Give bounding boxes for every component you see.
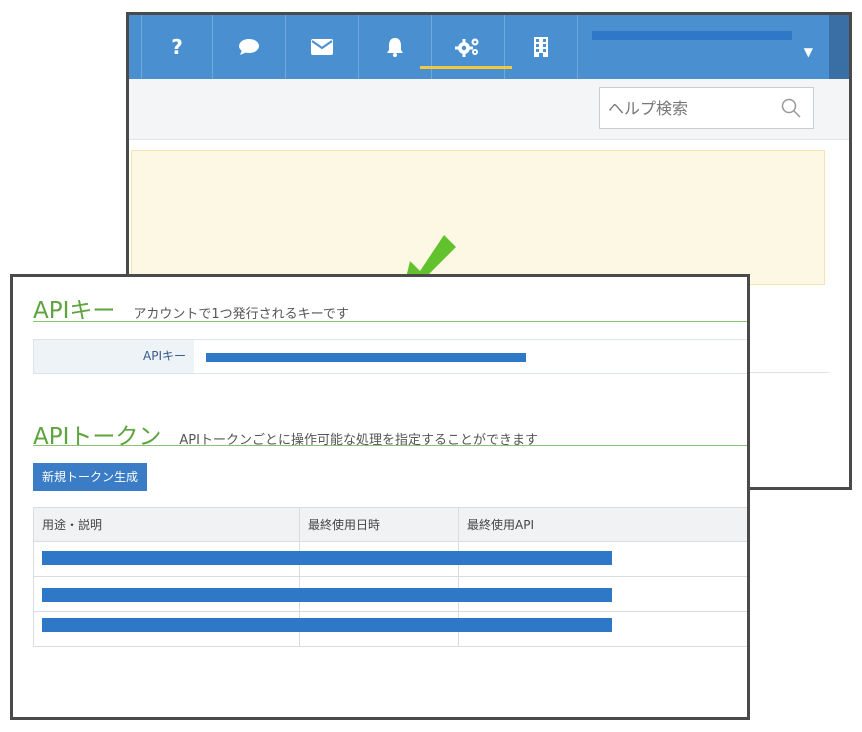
redacted-api-key-value — [206, 353, 526, 362]
table-cell — [33, 611, 612, 647]
account-menu[interactable]: ▼ — [578, 15, 829, 79]
svg-text:?: ? — [171, 36, 183, 58]
table-header-row: 用途・説明 最終使用日時 最終使用API — [33, 507, 747, 542]
table-cell — [33, 576, 612, 612]
nav-chat-button[interactable] — [213, 15, 286, 79]
search-icon[interactable] — [781, 98, 801, 118]
gears-icon — [455, 38, 479, 57]
api-key-row: APIキー — [33, 339, 747, 374]
section-divider — [33, 445, 747, 446]
nav-mail-button[interactable] — [286, 15, 359, 79]
table-cell — [33, 541, 612, 577]
section-divider — [33, 321, 747, 322]
chevron-down-icon: ▼ — [803, 45, 813, 59]
help-search-box — [599, 87, 814, 129]
bell-icon — [387, 38, 403, 57]
sub-header — [129, 79, 849, 140]
column-header-usage[interactable]: 用途・説明 — [33, 507, 300, 542]
column-header-last-used-api[interactable]: 最終使用API — [458, 507, 747, 542]
api-key-label: APIキー — [34, 340, 194, 373]
api-key-title: APIキー — [33, 298, 116, 324]
redacted-row-content — [42, 551, 612, 565]
table-row[interactable] — [33, 541, 747, 577]
chat-icon — [239, 39, 259, 55]
new-token-button[interactable]: 新規トークン生成 — [33, 463, 148, 491]
api-settings-panel: APIキー アカウントで1つ発行されるキーです APIキー APIトークン AP… — [10, 274, 750, 720]
nav-settings-button[interactable] — [420, 15, 512, 79]
building-icon — [534, 37, 548, 57]
column-header-last-used-at[interactable]: 最終使用日時 — [299, 507, 459, 542]
top-navigation-bar: ? ▼ — [129, 15, 829, 79]
token-table: 用途・説明 最終使用日時 最終使用API — [33, 507, 747, 647]
nav-notifications-button[interactable] — [359, 15, 432, 79]
nav-company-button[interactable] — [505, 15, 578, 79]
redacted-row-content — [42, 588, 612, 602]
nav-bar-edge — [829, 15, 849, 79]
redacted-row-content — [42, 618, 612, 632]
api-key-description: アカウントで1つ発行されるキーです — [133, 307, 349, 322]
api-key-section-header: APIキー アカウントで1つ発行されるキーです — [33, 291, 349, 325]
help-icon: ? — [171, 36, 183, 58]
table-row[interactable] — [33, 576, 747, 612]
help-search-input[interactable] — [608, 96, 758, 120]
nav-help-button[interactable]: ? — [141, 15, 213, 79]
notice-box — [131, 150, 825, 285]
mail-icon — [311, 39, 333, 55]
table-row[interactable] — [33, 611, 747, 647]
redacted-account-name — [592, 31, 792, 40]
